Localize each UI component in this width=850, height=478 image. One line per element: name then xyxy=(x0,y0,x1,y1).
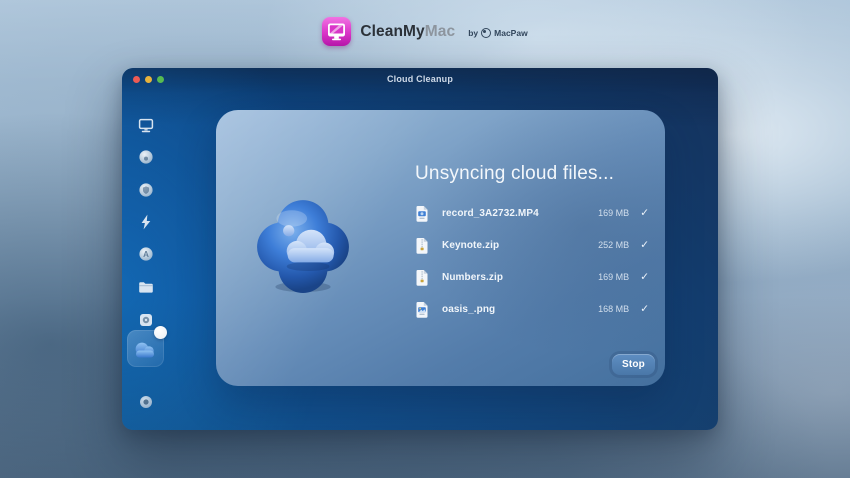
desktop-background: CleanMyMac by MacPaw Cloud Cleanup xyxy=(0,0,850,478)
brand-header: CleanMyMac by MacPaw xyxy=(0,17,850,46)
file-row: oasis_.png 168 MB ✓ xyxy=(415,293,649,325)
lens-icon xyxy=(137,311,155,329)
file-size: 168 MB xyxy=(598,304,629,314)
byline-prefix: by xyxy=(468,28,478,38)
svg-text:A: A xyxy=(143,250,149,259)
file-name: Keynote.zip xyxy=(442,240,499,251)
file-size: 169 MB xyxy=(598,272,629,282)
cleanmymac-app-icon xyxy=(322,17,351,46)
sidebar-item-applications[interactable]: A xyxy=(136,244,156,264)
sphere-icon xyxy=(137,148,155,166)
sidebar-item-smart-care[interactable] xyxy=(136,115,156,135)
image-file-icon xyxy=(415,300,430,318)
unsync-file-list: record_3A2732.MP4 169 MB ✓ xyxy=(415,197,649,325)
sidebar-item-cleanup[interactable] xyxy=(136,147,156,167)
panel-heading: Unsyncing cloud files... xyxy=(415,163,614,185)
file-name: record_3A2732.MP4 xyxy=(442,208,539,219)
window-titlebar: Cloud Cleanup xyxy=(122,68,718,90)
archive-file-icon xyxy=(415,236,430,254)
file-row: record_3A2732.MP4 169 MB ✓ xyxy=(415,197,649,229)
imac-glyph xyxy=(322,17,351,46)
lightning-icon xyxy=(137,213,155,231)
brand-byline: by MacPaw xyxy=(468,28,527,38)
window-title: Cloud Cleanup xyxy=(122,74,718,84)
mac-icon xyxy=(137,116,155,134)
brand-wordmark-light: Mac xyxy=(425,23,455,40)
cloud-blob-illustration xyxy=(254,196,352,294)
sidebar-item-cloud-cleanup-active[interactable] xyxy=(127,330,164,367)
stop-button[interactable]: Stop xyxy=(612,354,655,375)
stop-button-wrap: Stop xyxy=(609,351,658,378)
check-icon: ✓ xyxy=(640,239,649,251)
shield-icon xyxy=(137,181,155,199)
sidebar-item-protection[interactable] xyxy=(136,180,156,200)
file-size: 252 MB xyxy=(598,240,629,250)
check-icon: ✓ xyxy=(640,207,649,219)
byline-brand: MacPaw xyxy=(494,28,528,38)
brand-wordmark: CleanMyMac xyxy=(360,23,455,41)
file-name: oasis_.png xyxy=(442,304,495,315)
file-row: Keynote.zip 252 MB ✓ xyxy=(415,229,649,261)
sidebar-item-assistant[interactable] xyxy=(136,392,156,412)
sidebar-item-performance[interactable] xyxy=(136,212,156,232)
cloud-progress-badge xyxy=(154,326,167,339)
sidebar-item-my-clutter[interactable] xyxy=(136,277,156,297)
check-icon: ✓ xyxy=(640,303,649,315)
brand-wordmark-bold: CleanMy xyxy=(360,23,424,40)
file-name: Numbers.zip xyxy=(442,272,503,283)
cloud-3d-icon xyxy=(254,196,352,294)
app-window: Cloud Cleanup xyxy=(122,68,718,430)
apps-icon: A xyxy=(137,245,155,263)
file-row: Numbers.zip 169 MB ✓ xyxy=(415,261,649,293)
file-size: 169 MB xyxy=(598,208,629,218)
assistant-icon xyxy=(138,394,154,410)
video-file-icon xyxy=(415,204,430,222)
folder-icon xyxy=(137,278,155,296)
sidebar-item-space-lens[interactable] xyxy=(136,310,156,330)
macpaw-logo-icon xyxy=(481,28,491,38)
cloud-icon xyxy=(133,341,158,358)
archive-file-icon xyxy=(415,268,430,286)
cloud-cleanup-panel: Unsyncing cloud files... record_3A2732.M… xyxy=(216,110,665,386)
check-icon: ✓ xyxy=(640,271,649,283)
